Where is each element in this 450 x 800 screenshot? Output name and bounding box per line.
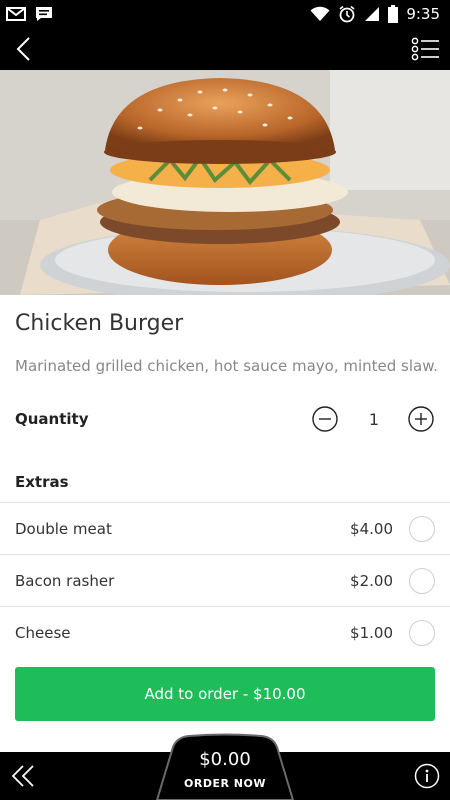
quantity-value: 1 [368, 410, 380, 429]
status-right-icons: 9:35 [310, 5, 440, 23]
extra-name: Cheese [15, 624, 71, 642]
add-to-order-button[interactable]: Add to order - $10.00 [15, 667, 435, 721]
extra-radio-button[interactable] [409, 620, 435, 646]
order-now-label: ORDER NOW [184, 777, 266, 790]
minus-circle-icon [312, 406, 338, 432]
quantity-decrement-button[interactable] [312, 406, 338, 432]
info-icon [414, 763, 440, 789]
product-image [0, 70, 450, 295]
extra-radio-button[interactable] [409, 516, 435, 542]
product-title: Chicken Burger [15, 311, 184, 336]
back-button[interactable] [8, 32, 42, 66]
battery-icon [388, 5, 399, 23]
app-bar [0, 28, 450, 70]
extra-price: $1.00 [350, 624, 393, 642]
extra-option-bacon-rasher[interactable]: Bacon rasher $2.00 [0, 554, 450, 606]
double-chevron-left-icon [11, 765, 34, 787]
order-total: $0.00 [199, 749, 251, 770]
clock-time: 9:35 [406, 5, 440, 23]
wifi-icon [310, 6, 330, 22]
chevron-left-icon [16, 37, 30, 61]
extra-name: Double meat [15, 520, 112, 538]
signal-icon [364, 6, 380, 22]
burger-illustration [0, 70, 450, 295]
menu-button[interactable] [408, 32, 442, 66]
extra-price: $2.00 [350, 572, 393, 590]
extra-option-double-meat[interactable]: Double meat $4.00 [0, 502, 450, 554]
alarm-icon [338, 5, 356, 23]
product-description: Marinated grilled chicken, hot sauce may… [15, 357, 438, 375]
extra-radio-button[interactable] [409, 568, 435, 594]
status-left-icons [6, 5, 54, 23]
extras-title: Extras [15, 473, 69, 491]
info-button[interactable] [414, 763, 440, 789]
list-menu-icon [411, 37, 439, 61]
bottom-back-button[interactable] [8, 760, 40, 792]
quantity-label: Quantity [15, 410, 89, 428]
extra-price: $4.00 [350, 520, 393, 538]
extras-list: Double meat $4.00 Bacon rasher $2.00 Che… [0, 502, 450, 658]
gmail-icon [6, 6, 26, 22]
extra-option-cheese[interactable]: Cheese $1.00 [0, 606, 450, 658]
message-icon [34, 5, 54, 23]
status-bar: 9:35 [0, 0, 450, 28]
quantity-increment-button[interactable] [408, 406, 434, 432]
plus-circle-icon [408, 406, 434, 432]
extra-name: Bacon rasher [15, 572, 115, 590]
